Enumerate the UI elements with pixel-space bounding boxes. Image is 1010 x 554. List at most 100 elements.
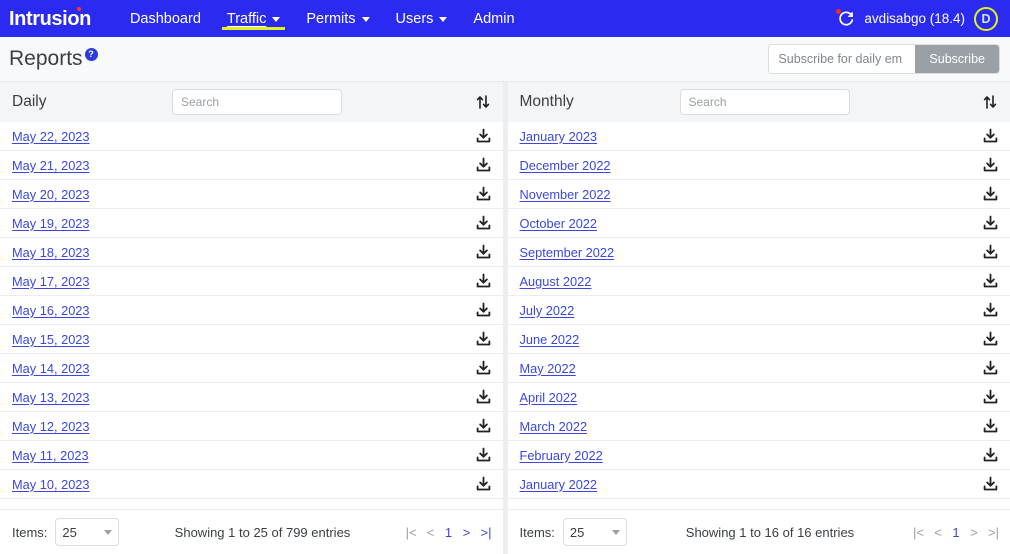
pagination-last[interactable]: >| bbox=[988, 525, 999, 540]
pagination-first[interactable]: |< bbox=[913, 525, 924, 540]
download-icon[interactable] bbox=[476, 302, 492, 318]
pagination-prev[interactable]: < bbox=[427, 525, 435, 540]
report-link[interactable]: May 21, 2023 bbox=[12, 158, 90, 173]
download-icon[interactable] bbox=[476, 389, 492, 405]
nav-item-label: Admin bbox=[473, 10, 515, 27]
pagination-page-1[interactable]: 1 bbox=[445, 525, 453, 540]
subscribe-button[interactable]: Subscribe bbox=[915, 45, 999, 73]
table-row: May 14, 2023 bbox=[0, 354, 503, 383]
download-icon[interactable] bbox=[983, 215, 999, 231]
subscribe-email-input[interactable] bbox=[769, 45, 916, 73]
download-icon[interactable] bbox=[476, 128, 492, 144]
table-row: May 22, 2023 bbox=[0, 122, 503, 151]
report-link[interactable]: May 19, 2023 bbox=[12, 216, 90, 231]
report-link[interactable]: May 16, 2023 bbox=[12, 303, 90, 318]
download-icon[interactable] bbox=[983, 157, 999, 173]
nav-item-label: Dashboard bbox=[129, 10, 201, 27]
report-link[interactable]: February 2022 bbox=[520, 448, 603, 463]
nav-item-users[interactable]: Users bbox=[383, 0, 461, 37]
download-icon[interactable] bbox=[476, 186, 492, 202]
report-link[interactable]: March 2022 bbox=[520, 419, 588, 434]
download-icon[interactable] bbox=[983, 389, 999, 405]
panel-title: Daily bbox=[12, 93, 47, 110]
report-link[interactable]: September 2022 bbox=[520, 245, 615, 260]
chevron-down-icon bbox=[439, 17, 448, 22]
refresh-icon[interactable] bbox=[836, 8, 855, 28]
report-link[interactable]: June 2022 bbox=[520, 332, 580, 347]
report-link[interactable]: November 2022 bbox=[520, 187, 611, 202]
report-link[interactable]: May 11, 2023 bbox=[12, 448, 89, 463]
report-link[interactable]: July 2022 bbox=[520, 303, 575, 318]
panel-header: Daily bbox=[0, 82, 503, 122]
download-icon[interactable] bbox=[983, 447, 999, 463]
download-icon[interactable] bbox=[476, 360, 492, 376]
nav-item-permits[interactable]: Permits bbox=[293, 0, 382, 37]
items-per-page-select[interactable]: 25 bbox=[55, 518, 120, 546]
items-per-page-select[interactable]: 25 bbox=[562, 518, 627, 546]
search-input[interactable] bbox=[172, 89, 342, 115]
avatar[interactable]: D bbox=[974, 6, 998, 31]
download-icon[interactable] bbox=[476, 331, 492, 347]
download-icon[interactable] bbox=[983, 186, 999, 202]
report-link[interactable]: May 17, 2023 bbox=[12, 274, 90, 289]
pagination-next[interactable]: > bbox=[970, 525, 978, 540]
download-icon[interactable] bbox=[983, 128, 999, 144]
nav-item-dashboard[interactable]: Dashboard bbox=[117, 0, 214, 37]
panels-container: Daily May 22, 2023 May 21, 2023 May 20, 202… bbox=[0, 82, 1010, 554]
report-link[interactable]: January 2023 bbox=[520, 129, 598, 144]
report-link[interactable]: May 2022 bbox=[520, 361, 576, 376]
report-link[interactable]: May 15, 2023 bbox=[12, 332, 90, 347]
nav-item-traffic[interactable]: Traffic bbox=[214, 0, 293, 37]
navbar-right: avdisabgo (18.4) D bbox=[836, 6, 1000, 31]
report-link[interactable]: May 12, 2023 bbox=[12, 419, 90, 434]
pagination-prev[interactable]: < bbox=[934, 525, 942, 540]
download-icon[interactable] bbox=[983, 418, 999, 434]
download-icon[interactable] bbox=[983, 302, 999, 318]
report-link[interactable]: October 2022 bbox=[520, 216, 598, 231]
table-row: March 2022 bbox=[507, 412, 1010, 441]
table-row: February 2022 bbox=[507, 441, 1010, 470]
download-icon[interactable] bbox=[983, 331, 999, 347]
report-link[interactable]: April 2022 bbox=[520, 390, 578, 405]
report-link[interactable]: May 22, 2023 bbox=[12, 129, 90, 144]
pagination: |< <1 > >| bbox=[406, 525, 492, 540]
download-icon[interactable] bbox=[476, 157, 492, 173]
download-icon[interactable] bbox=[476, 215, 492, 231]
active-nav-underline bbox=[221, 27, 286, 30]
pagination-next[interactable]: > bbox=[463, 525, 471, 540]
report-link[interactable]: December 2022 bbox=[520, 158, 611, 173]
pagination-first[interactable]: |< bbox=[406, 525, 417, 540]
download-icon[interactable] bbox=[476, 244, 492, 260]
download-icon[interactable] bbox=[983, 244, 999, 260]
table-row: July 2022 bbox=[507, 296, 1010, 325]
download-icon[interactable] bbox=[983, 476, 999, 492]
report-link[interactable]: January 2022 bbox=[520, 477, 598, 492]
pagination-last[interactable]: >| bbox=[481, 525, 492, 540]
download-icon[interactable] bbox=[476, 447, 492, 463]
download-icon[interactable] bbox=[476, 273, 492, 289]
panel-monthly: Monthly January 2023 December 2022 November… bbox=[507, 82, 1010, 554]
nav-item-admin[interactable]: Admin bbox=[460, 0, 527, 37]
report-link[interactable]: August 2022 bbox=[520, 274, 592, 289]
help-icon[interactable]: ? bbox=[84, 48, 98, 61]
panel-footer: Items: 25 Showing 1 to 25 of 799 entries |<… bbox=[0, 509, 503, 554]
sort-updown-icon[interactable] bbox=[983, 94, 999, 110]
search-input[interactable] bbox=[679, 89, 850, 115]
app-logo[interactable]: Intrusion bbox=[9, 7, 91, 30]
sort-updown-icon[interactable] bbox=[476, 94, 492, 110]
report-link[interactable]: May 13, 2023 bbox=[12, 390, 90, 405]
table-row: May 18, 2023 bbox=[0, 238, 503, 267]
top-navbar: Intrusion Dashboard Traffic Permits Users Ad… bbox=[0, 0, 1010, 37]
download-icon[interactable] bbox=[983, 360, 999, 376]
report-link[interactable]: May 18, 2023 bbox=[12, 245, 90, 260]
report-link[interactable]: May 20, 2023 bbox=[12, 187, 90, 202]
download-icon[interactable] bbox=[983, 273, 999, 289]
items-label: Items: bbox=[519, 524, 555, 540]
app-logo-text: Intrusion bbox=[9, 8, 91, 30]
download-icon[interactable] bbox=[476, 476, 492, 492]
table-row: May 15, 2023 bbox=[0, 325, 503, 354]
report-link[interactable]: May 14, 2023 bbox=[12, 361, 90, 376]
pagination-page-1[interactable]: 1 bbox=[952, 525, 960, 540]
download-icon[interactable] bbox=[476, 418, 492, 434]
report-link[interactable]: May 10, 2023 bbox=[12, 477, 90, 492]
